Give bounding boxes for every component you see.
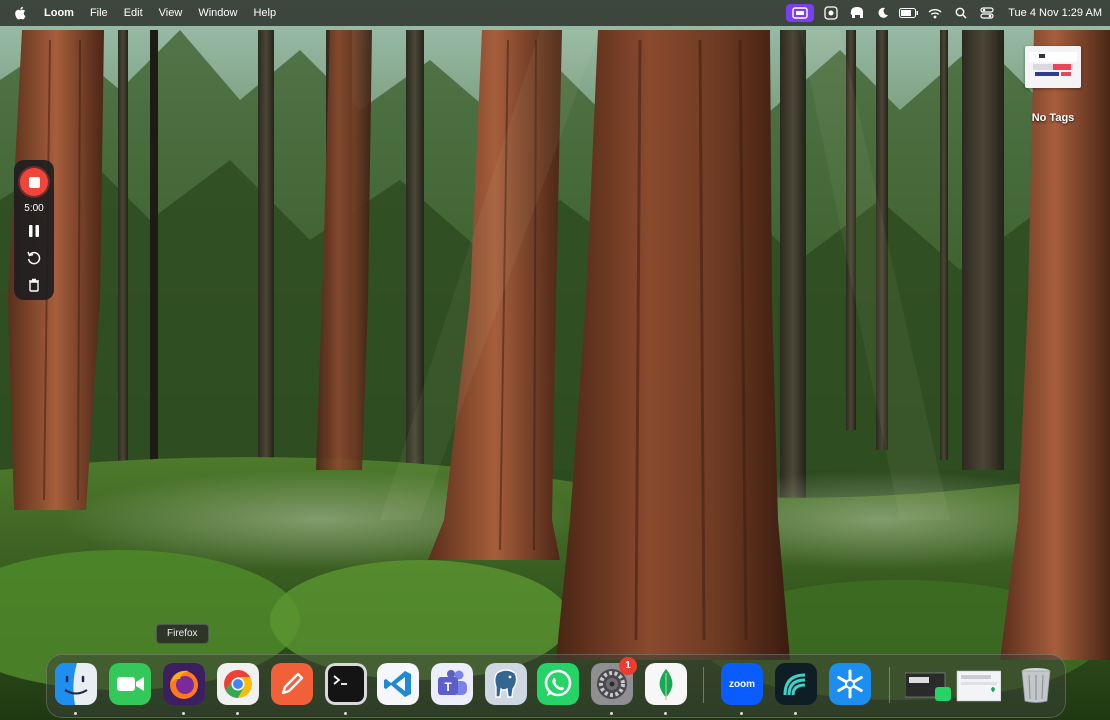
dock-item-pencil[interactable] [271,663,313,705]
moon-icon[interactable] [870,3,896,23]
trash-can-icon [1015,663,1057,705]
restart-icon [27,251,41,265]
running-indicator [794,712,797,715]
svg-text:T: T [444,680,452,694]
menubar-clock[interactable]: Tue 4 Nov 1:29 AM [1008,7,1102,19]
dock-item-facetime[interactable] [109,663,151,705]
menu-help[interactable]: Help [245,0,284,26]
restart-button[interactable] [22,248,46,268]
terminal-icon [325,663,367,705]
apple-logo-icon[interactable] [12,5,28,21]
loom-menubar-icon[interactable] [818,3,844,23]
mongodb-leaf-icon [645,663,687,705]
loom-recording-control: 5:00 [14,160,54,300]
running-indicator [740,712,743,715]
dock-item-chrome[interactable] [217,663,259,715]
snowflake-icon [829,663,871,705]
running-indicator [236,712,239,715]
chrome-icon [217,663,259,705]
stop-recording-button[interactable] [20,168,48,196]
dock-item-loom[interactable] [775,663,817,715]
vscode-icon [377,663,419,705]
running-indicator [610,712,613,715]
dock-item-terminal[interactable] [325,663,367,715]
zoom-icon: zoom [721,663,763,705]
trash-icon [29,278,39,292]
menu-bar: Loom File Edit View Window Help Tue 4 No… [0,0,1110,26]
running-indicator [664,712,667,715]
stop-square-icon [28,176,40,188]
dock-item-system-settings[interactable]: 1 [591,657,637,715]
file-thumbnail [1025,46,1081,88]
dock-recent-documents[interactable] [904,663,1002,705]
pencil-app-icon [271,663,313,705]
loom-icon [775,663,817,705]
elephant-icon[interactable] [844,3,870,23]
dock-item-vscode[interactable] [377,663,419,705]
forest-wallpaper [0,0,1110,720]
dock-item-trash[interactable] [1015,663,1057,705]
dock-item-whatsapp[interactable] [537,663,579,705]
running-indicator [344,712,347,715]
dock-item-pgadmin[interactable] [485,663,527,705]
dock-separator [703,667,704,703]
screen-recording-icon[interactable] [786,4,815,22]
dock-item-firefox[interactable] [163,663,205,715]
teams-icon: T [431,663,473,705]
file-label[interactable]: No Tags [1020,112,1086,124]
recording-timer: 5:00 [24,203,44,214]
whatsapp-icon [537,663,579,705]
zoom-label: zoom [728,678,756,690]
delete-button[interactable] [22,275,46,295]
dock-item-finder[interactable] [55,663,97,715]
dock: T 1 zoom [46,654,1066,718]
battery-icon[interactable] [896,3,922,23]
running-indicator [182,712,185,715]
search-icon[interactable] [948,3,974,23]
running-indicator [74,712,77,715]
dock-item-zoom[interactable]: zoom [721,663,763,715]
menu-view[interactable]: View [151,0,191,26]
pause-icon [29,225,39,237]
firefox-icon [163,663,205,705]
menu-window[interactable]: Window [190,0,245,26]
document-stack-icon [904,670,1002,702]
pause-button[interactable] [22,221,46,241]
wifi-icon[interactable] [922,3,948,23]
finder-icon [55,663,97,705]
menu-file[interactable]: File [82,0,116,26]
dock-separator [889,667,890,703]
menu-edit[interactable]: Edit [116,0,151,26]
menu-app-name[interactable]: Loom [38,0,82,26]
desktop-file[interactable]: No Tags [1020,46,1086,124]
notification-badge: 1 [619,657,637,675]
control-center-icon[interactable] [974,3,1000,23]
postgres-elephant-icon [485,663,527,705]
dock-tooltip: Firefox [156,624,209,644]
dock-item-mongodb[interactable] [645,663,687,715]
facetime-icon [109,663,151,705]
dock-item-teams[interactable]: T [431,663,473,705]
dock-item-snowflake[interactable] [829,663,871,705]
